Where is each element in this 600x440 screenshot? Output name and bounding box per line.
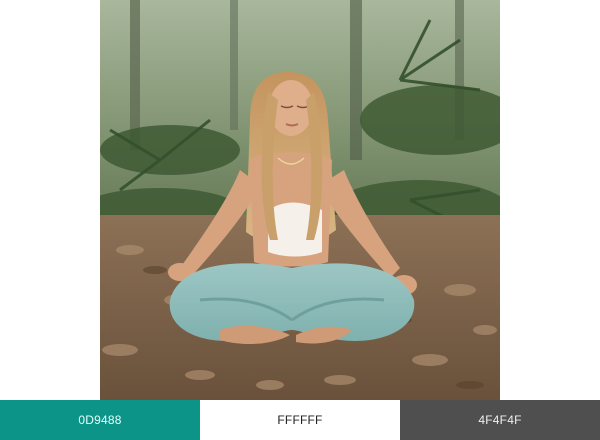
color-palette-bar: 0D9488 FFFFFF 4F4F4F — [0, 400, 600, 440]
photo-illustration — [100, 0, 500, 400]
meditation-photo — [100, 0, 500, 400]
swatch-hex-label: 4F4F4F — [478, 413, 522, 427]
swatch-hex-label: 0D9488 — [78, 413, 122, 427]
color-swatch-white[interactable]: FFFFFF — [200, 400, 400, 440]
palette-preview-page: 0D9488 FFFFFF 4F4F4F — [0, 0, 600, 440]
swatch-hex-label: FFFFFF — [277, 413, 323, 427]
color-swatch-teal[interactable]: 0D9488 — [0, 400, 200, 440]
color-swatch-gray[interactable]: 4F4F4F — [400, 400, 600, 440]
